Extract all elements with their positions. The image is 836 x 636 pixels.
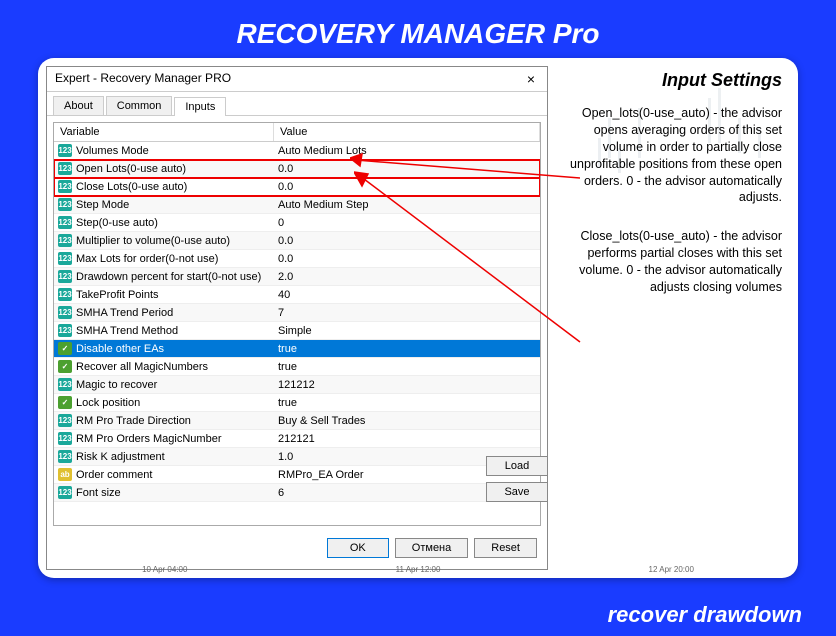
variable-label: Lock position (76, 397, 140, 409)
variable-label: Disable other EAs (76, 343, 164, 355)
app-frame: RECOVERY MANAGER Pro Expert - Recovery M… (0, 0, 836, 636)
arrow-close-lots (354, 166, 584, 346)
column-value[interactable]: Value (274, 123, 540, 141)
brand-title: RECOVERY MANAGER Pro (18, 18, 818, 50)
type-icon: 123 (58, 162, 72, 175)
table-row[interactable]: abOrder commentRMPro_EA Order (54, 466, 540, 484)
time-tick: 12 Apr 20:00 (649, 565, 694, 574)
table-header: Variable Value (54, 123, 540, 142)
type-icon: 123 (58, 270, 72, 283)
variable-label: Order comment (76, 469, 152, 481)
dialog-title-text: Expert - Recovery Manager PRO (55, 71, 231, 87)
close-icon[interactable]: × (523, 71, 539, 87)
tab-inputs[interactable]: Inputs (174, 97, 226, 116)
type-icon: 123 (58, 306, 72, 319)
variable-label: Risk K adjustment (76, 451, 165, 463)
dialog-container: Expert - Recovery Manager PRO × AboutCom… (38, 58, 798, 578)
annotation-panel: Input Settings Open_lots(0-use_auto) - t… (566, 70, 782, 318)
variable-label: RM Pro Trade Direction (76, 415, 191, 427)
annotation-title: Input Settings (566, 70, 782, 91)
variable-label: Step(0-use auto) (76, 217, 158, 229)
type-icon: 123 (58, 252, 72, 265)
variable-label: Drawdown percent for start(0-not use) (76, 271, 261, 283)
type-icon: 123 (58, 486, 72, 499)
annotation-open-lots: Open_lots(0-use_auto) - the advisor open… (566, 105, 782, 206)
table-row[interactable]: 123Font size6 (54, 484, 540, 502)
table-row[interactable]: ✓ Recover all MagicNumbers true (54, 358, 540, 376)
ok-button[interactable]: OK (327, 538, 389, 558)
type-icon: 123 (58, 378, 72, 391)
table-row[interactable]: 123 Magic to recover 121212 (54, 376, 540, 394)
time-axis: 10 Apr 04:00 11 Apr 12:00 12 Apr 20:00 (38, 565, 798, 574)
variable-label: Volumes Mode (76, 145, 149, 157)
table-row[interactable]: ✓ Lock position true (54, 394, 540, 412)
side-buttons: Load Save (486, 456, 548, 502)
variable-label: Close Lots(0-use auto) (76, 181, 187, 193)
value-cell[interactable]: 121212 (274, 379, 540, 391)
dialog-button-row: OK Отмена Reset (47, 532, 547, 564)
time-tick: 10 Apr 04:00 (142, 565, 187, 574)
column-variable[interactable]: Variable (54, 123, 274, 141)
save-button[interactable]: Save (486, 482, 548, 502)
type-icon: ✓ (58, 360, 72, 373)
value-cell[interactable]: true (274, 397, 540, 409)
load-button[interactable]: Load (486, 456, 548, 476)
tab-common[interactable]: Common (106, 96, 173, 115)
type-icon: 123 (58, 216, 72, 229)
variable-label: Multiplier to volume(0-use auto) (76, 235, 230, 247)
type-icon: 123 (58, 288, 72, 301)
variable-label: SMHA Trend Method (76, 325, 178, 337)
type-icon: 123 (58, 198, 72, 211)
variable-label: Open Lots(0-use auto) (76, 163, 186, 175)
time-tick: 11 Apr 12:00 (396, 565, 441, 574)
type-icon: ✓ (58, 342, 72, 355)
variable-label: SMHA Trend Period (76, 307, 173, 319)
table-row[interactable]: 123 RM Pro Trade Direction Buy & Sell Trad… (54, 412, 540, 430)
variable-label: RM Pro Orders MagicNumber (76, 433, 221, 445)
type-icon: ab (58, 468, 72, 481)
value-cell[interactable]: 212121 (274, 433, 540, 445)
type-icon: 123 (58, 234, 72, 247)
type-icon: 123 (58, 432, 72, 445)
type-icon: 123 (58, 144, 72, 157)
value-cell[interactable]: true (274, 361, 540, 373)
type-icon: 123 (58, 324, 72, 337)
type-icon: 123 (58, 414, 72, 427)
tab-strip: AboutCommonInputs (47, 92, 547, 116)
type-icon: 123 (58, 180, 72, 193)
brand-footer: recover drawdown (608, 602, 802, 628)
annotation-close-lots: Close_lots(0-use_auto) - the advisor per… (566, 228, 782, 296)
value-cell[interactable]: Buy & Sell Trades (274, 415, 540, 427)
variable-label: Font size (76, 487, 121, 499)
type-icon: 123 (58, 450, 72, 463)
dialog-titlebar: Expert - Recovery Manager PRO × (47, 67, 547, 92)
variable-label: Recover all MagicNumbers (76, 361, 208, 373)
table-row[interactable]: 123Risk K adjustment1.0 (54, 448, 540, 466)
type-icon: ✓ (58, 396, 72, 409)
reset-button[interactable]: Reset (474, 538, 537, 558)
tab-about[interactable]: About (53, 96, 104, 115)
table-row[interactable]: 123 RM Pro Orders MagicNumber 212121 (54, 430, 540, 448)
cancel-button[interactable]: Отмена (395, 538, 468, 558)
variable-label: Max Lots for order(0-not use) (76, 253, 218, 265)
variable-label: Magic to recover (76, 379, 157, 391)
variable-label: TakeProfit Points (76, 289, 159, 301)
variable-label: Step Mode (76, 199, 129, 211)
